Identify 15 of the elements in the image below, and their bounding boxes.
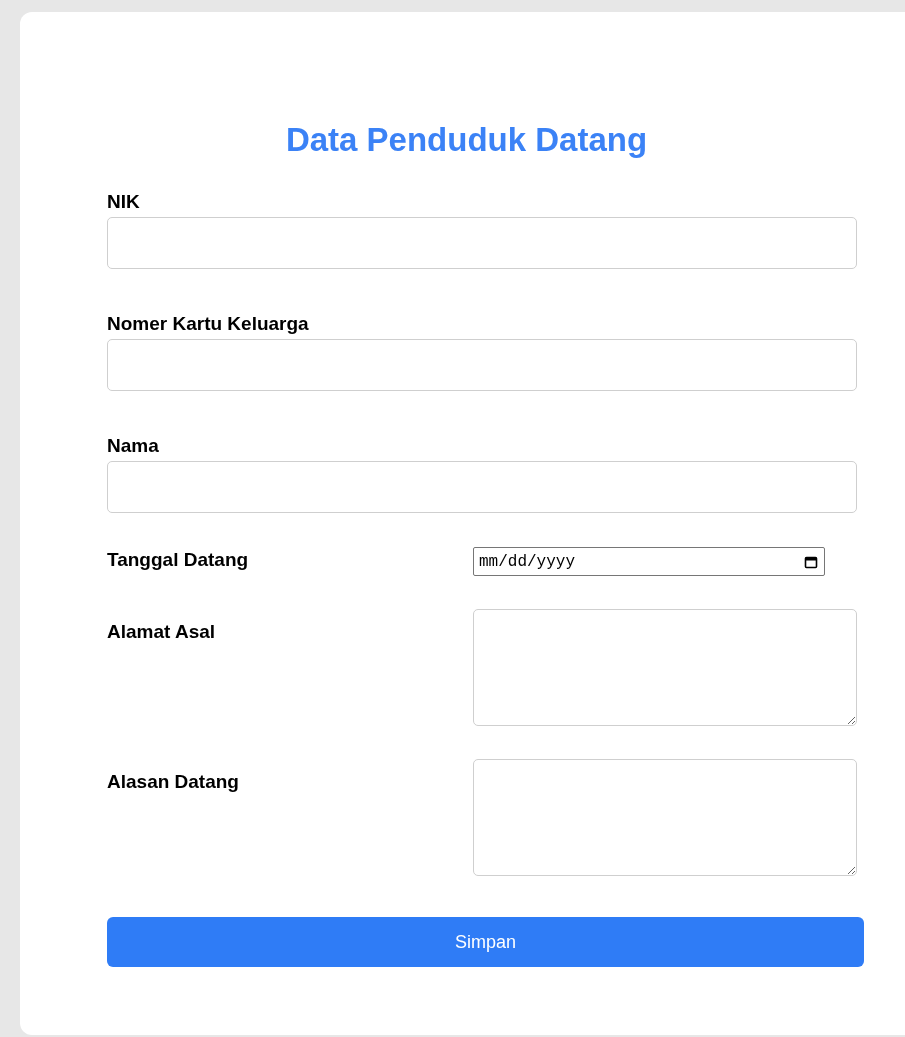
field-label: Nomer Kartu Keluarga — [107, 313, 310, 335]
date-field[interactable]: mm/dd/yyyy — [473, 547, 825, 576]
calendar-icon[interactable] — [804, 554, 818, 569]
field-label: Alamat Asal — [107, 620, 217, 644]
field-label: Nama — [107, 435, 160, 457]
input-field[interactable] — [107, 461, 857, 513]
input-field[interactable] — [107, 217, 857, 269]
text-area[interactable] — [473, 609, 857, 726]
input-field[interactable] — [107, 339, 857, 391]
field-label: NIK — [107, 191, 141, 213]
save-button[interactable]: Simpan — [107, 917, 864, 967]
field-label: Tanggal Datang — [107, 548, 250, 572]
text-area[interactable] — [473, 759, 857, 876]
form-title: Data Penduduk Datang — [284, 122, 649, 158]
field-label: Alasan Datang — [107, 770, 240, 794]
